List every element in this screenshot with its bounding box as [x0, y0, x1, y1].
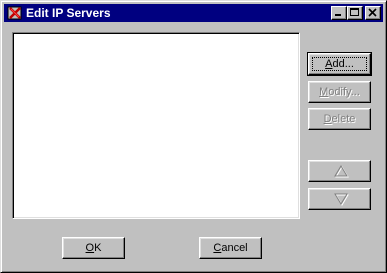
ok-button[interactable]: OK: [62, 237, 125, 259]
modify-button[interactable]: Modify...: [308, 81, 371, 103]
move-up-button[interactable]: [308, 160, 371, 182]
triangle-up-icon: [334, 165, 349, 178]
add-button[interactable]: Add...: [307, 52, 372, 76]
app-icon: [7, 5, 23, 21]
triangle-down-icon: [334, 193, 349, 206]
cancel-button[interactable]: Cancel: [199, 237, 262, 259]
cancel-button-label: Cancel: [213, 242, 248, 254]
focus-rectangle: [312, 57, 367, 71]
close-icon: [368, 8, 377, 17]
delete-button[interactable]: Delete: [308, 108, 371, 130]
window-title: Edit IP Servers: [26, 6, 111, 20]
close-button[interactable]: [365, 6, 381, 20]
title-bar[interactable]: Edit IP Servers: [4, 4, 383, 22]
maximize-button[interactable]: [347, 6, 363, 20]
move-down-button[interactable]: [308, 188, 371, 210]
modify-button-label: Modify...: [319, 86, 360, 98]
maximize-icon: [350, 8, 359, 16]
ok-button-label: OK: [85, 242, 102, 254]
minimize-icon: [335, 14, 341, 16]
minimize-button[interactable]: [331, 6, 347, 20]
delete-button-label: Delete: [323, 113, 356, 125]
edit-ip-servers-dialog: Edit IP Servers Add... Modify... Delete: [0, 0, 387, 273]
ip-server-list[interactable]: [12, 32, 300, 219]
